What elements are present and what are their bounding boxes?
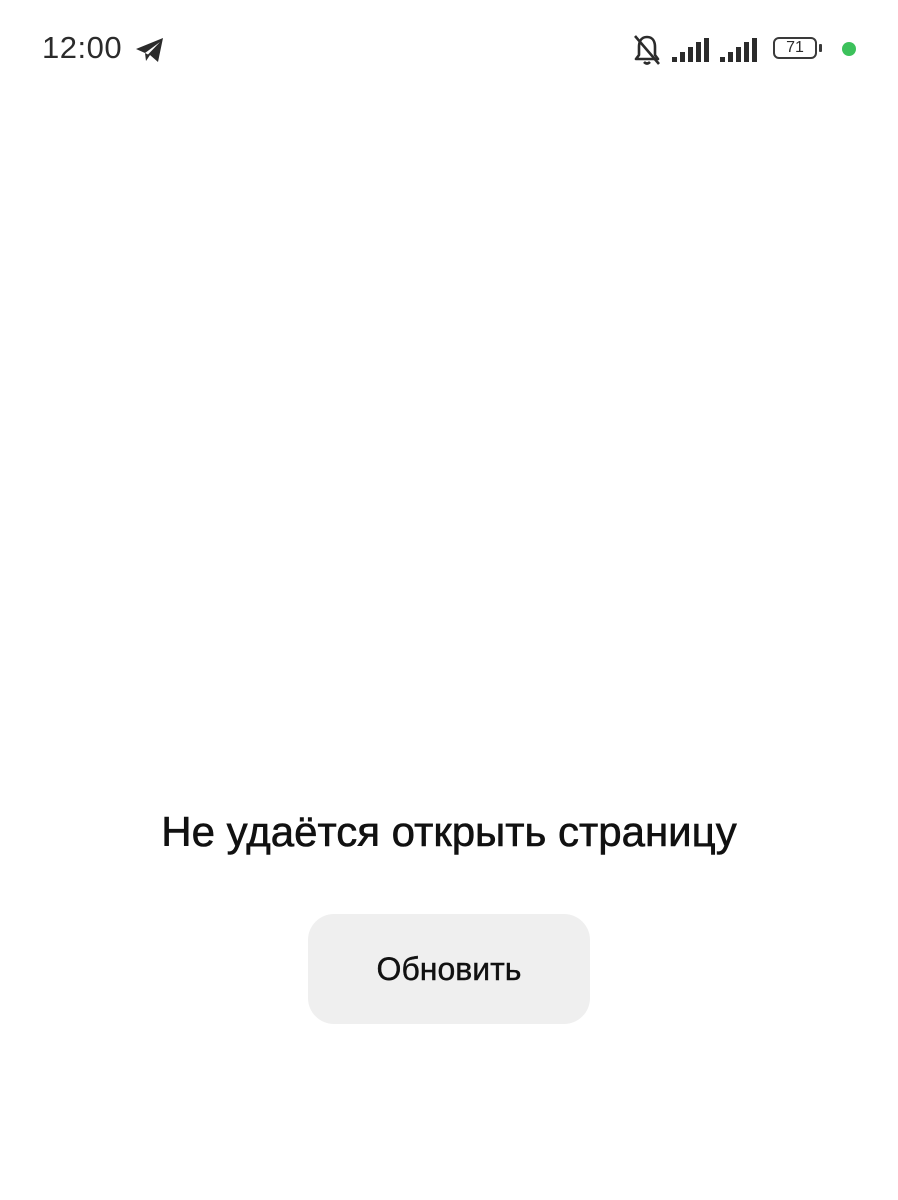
error-message: Не удаётся открыть страницу <box>161 808 737 856</box>
battery-level: 71 <box>786 39 804 56</box>
battery-body: 71 <box>773 37 817 59</box>
telegram-icon <box>136 38 163 62</box>
green-dot-indicator <box>842 42 856 56</box>
screen: 12:00 71 Не удаётся открыть страницу Обн… <box>0 0 898 1200</box>
signal-icon <box>720 38 757 62</box>
refresh-button[interactable]: Обновить <box>308 914 590 1024</box>
battery-icon: 71 <box>773 37 823 61</box>
status-bar: 12:00 71 <box>0 0 898 100</box>
bell-off-icon <box>634 35 660 65</box>
battery-tip <box>819 44 822 52</box>
signal-icon <box>672 38 709 62</box>
status-time: 12:00 <box>42 30 123 65</box>
